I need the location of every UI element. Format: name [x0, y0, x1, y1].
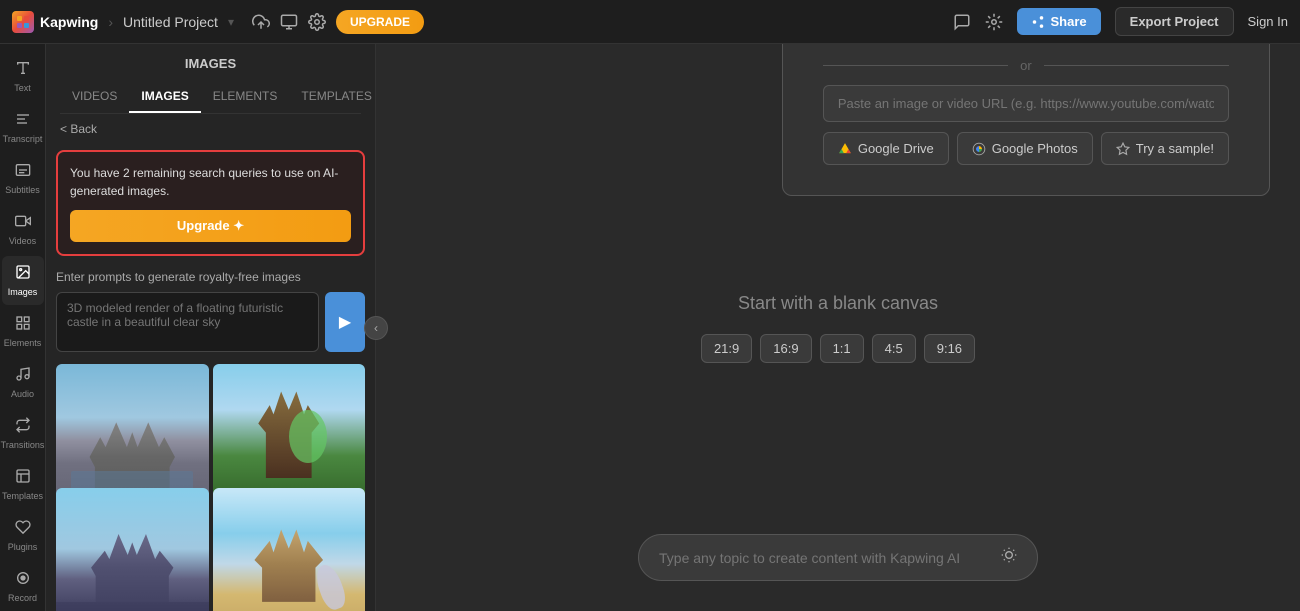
upload-area: Click to upload or, drag and drop a file…	[782, 44, 1270, 196]
google-photos-label: Google Photos	[992, 141, 1078, 156]
subtitles-icon	[15, 162, 31, 183]
aspect-ratio-buttons: 21:9 16:9 1:1 4:5 9:16	[701, 334, 975, 363]
export-button[interactable]: Export Project	[1115, 7, 1234, 36]
canvas-center: Start with a blank canvas 21:9 16:9 1:1 …	[701, 293, 975, 363]
canvas-area: Start with a blank canvas 21:9 16:9 1:1 …	[376, 44, 1300, 611]
tab-images[interactable]: IMAGES	[129, 81, 200, 113]
sidebar-item-plugins[interactable]: Plugins	[2, 511, 44, 560]
google-drive-button[interactable]: Google Drive	[823, 132, 949, 165]
icon-sidebar: Text Transcript Subtitles Videos Images	[0, 44, 46, 611]
panel-tabs: VIDEOS IMAGES ELEMENTS TEMPLATES	[60, 81, 361, 114]
sidebar-transcript-label: Transcript	[3, 134, 43, 144]
sidebar-elements-label: Elements	[4, 338, 42, 348]
transcript-icon	[15, 111, 31, 132]
panel-wrapper: IMAGES VIDEOS IMAGES ELEMENTS TEMPLATES …	[46, 44, 376, 611]
record-icon	[15, 570, 31, 591]
upload-icon-btn[interactable]	[252, 13, 270, 31]
sidebar-images-label: Images	[8, 287, 38, 297]
plugins-icon	[15, 519, 31, 540]
sidebar-item-text[interactable]: Text	[2, 52, 44, 101]
image-cell-4[interactable]	[213, 488, 366, 611]
service-buttons: Google Drive Google Photos Try a sample!	[823, 132, 1229, 165]
images-panel: IMAGES VIDEOS IMAGES ELEMENTS TEMPLATES …	[46, 44, 376, 611]
breadcrumb-sep: ›	[108, 14, 113, 30]
templates-icon	[15, 468, 31, 489]
panel-collapse-button[interactable]: ‹	[364, 316, 388, 340]
screen-icon-btn[interactable]	[280, 13, 298, 31]
search-row: ▶	[56, 292, 365, 352]
ai-topic-input[interactable]	[659, 550, 991, 566]
google-photos-button[interactable]: Google Photos	[957, 132, 1093, 165]
project-name: Untitled Project	[123, 14, 218, 30]
search-label: Enter prompts to generate royalty-free i…	[56, 270, 365, 284]
back-button[interactable]: < Back	[60, 114, 361, 144]
transitions-icon	[15, 417, 31, 438]
sidebar-transitions-label: Transitions	[1, 440, 45, 450]
tab-templates[interactable]: TEMPLATES	[289, 81, 383, 113]
tab-videos[interactable]: VIDEOS	[60, 81, 129, 113]
ai-topic-icon	[1001, 547, 1017, 568]
upgrade-button[interactable]: UPGRADE	[336, 10, 424, 34]
canvas-title: Start with a blank canvas	[738, 293, 938, 314]
project-dropdown-icon[interactable]: ▾	[228, 15, 234, 29]
sidebar-item-transcript[interactable]: Transcript	[2, 103, 44, 152]
sidebar-text-label: Text	[14, 83, 31, 93]
panel-title: IMAGES	[60, 56, 361, 81]
gear-icon-btn[interactable]	[985, 13, 1003, 31]
sidebar-item-record[interactable]: Record	[2, 562, 44, 611]
images-icon	[15, 264, 31, 285]
search-input[interactable]	[56, 292, 319, 352]
audio-icon	[15, 366, 31, 387]
try-sample-label: Try a sample!	[1136, 141, 1214, 156]
sidebar-item-templates[interactable]: Templates	[2, 460, 44, 509]
main-layout: Text Transcript Subtitles Videos Images	[0, 44, 1300, 611]
logo: Kapwing	[12, 11, 98, 33]
panel-header: IMAGES VIDEOS IMAGES ELEMENTS TEMPLATES …	[46, 44, 375, 144]
ratio-4-5[interactable]: 4:5	[872, 334, 916, 363]
ai-upgrade-button[interactable]: Upgrade ✦	[70, 210, 351, 242]
collapse-icon: ‹	[374, 321, 378, 335]
comments-icon-btn[interactable]	[953, 13, 971, 31]
ratio-16-9[interactable]: 16:9	[760, 334, 811, 363]
search-section: Enter prompts to generate royalty-free i…	[46, 262, 375, 360]
topbar: Kapwing › Untitled Project ▾ UPGRADE Sha…	[0, 0, 1300, 44]
settings-icon-btn[interactable]	[308, 13, 326, 31]
or-divider: or	[1020, 58, 1032, 73]
sidebar-item-images[interactable]: Images	[2, 256, 44, 305]
ratio-1-1[interactable]: 1:1	[820, 334, 864, 363]
sidebar-templates-label: Templates	[2, 491, 43, 501]
sidebar-subtitles-label: Subtitles	[5, 185, 40, 195]
sidebar-plugins-label: Plugins	[8, 542, 38, 552]
image-grid	[46, 360, 375, 611]
sidebar-item-transitions[interactable]: Transitions	[2, 409, 44, 458]
tab-elements[interactable]: ELEMENTS	[201, 81, 290, 113]
ai-topic-bar	[638, 534, 1038, 581]
topbar-actions: Share Export Project Sign In	[953, 7, 1288, 36]
search-go-button[interactable]: ▶	[325, 292, 365, 352]
ratio-9-16[interactable]: 9:16	[924, 334, 975, 363]
sidebar-videos-label: Videos	[9, 236, 36, 246]
ai-banner: You have 2 remaining search queries to u…	[56, 150, 365, 256]
search-go-icon: ▶	[339, 312, 351, 332]
elements-icon	[15, 315, 31, 336]
brand-name: Kapwing	[40, 14, 98, 30]
image-cell-3[interactable]	[56, 488, 209, 611]
google-drive-label: Google Drive	[858, 141, 934, 156]
signin-button[interactable]: Sign In	[1248, 14, 1288, 29]
sidebar-item-elements[interactable]: Elements	[2, 307, 44, 356]
sidebar-record-label: Record	[8, 593, 37, 603]
sidebar-item-videos[interactable]: Videos	[2, 205, 44, 254]
sidebar-item-audio[interactable]: Audio	[2, 358, 44, 407]
videos-icon	[15, 213, 31, 234]
ratio-21-9[interactable]: 21:9	[701, 334, 752, 363]
text-icon	[15, 60, 31, 81]
url-input[interactable]	[823, 85, 1229, 122]
try-sample-button[interactable]: Try a sample!	[1101, 132, 1229, 165]
sidebar-item-subtitles[interactable]: Subtitles	[2, 154, 44, 203]
share-button[interactable]: Share	[1017, 8, 1101, 35]
ai-banner-text: You have 2 remaining search queries to u…	[70, 164, 351, 200]
sidebar-audio-label: Audio	[11, 389, 34, 399]
logo-icon	[12, 11, 34, 33]
